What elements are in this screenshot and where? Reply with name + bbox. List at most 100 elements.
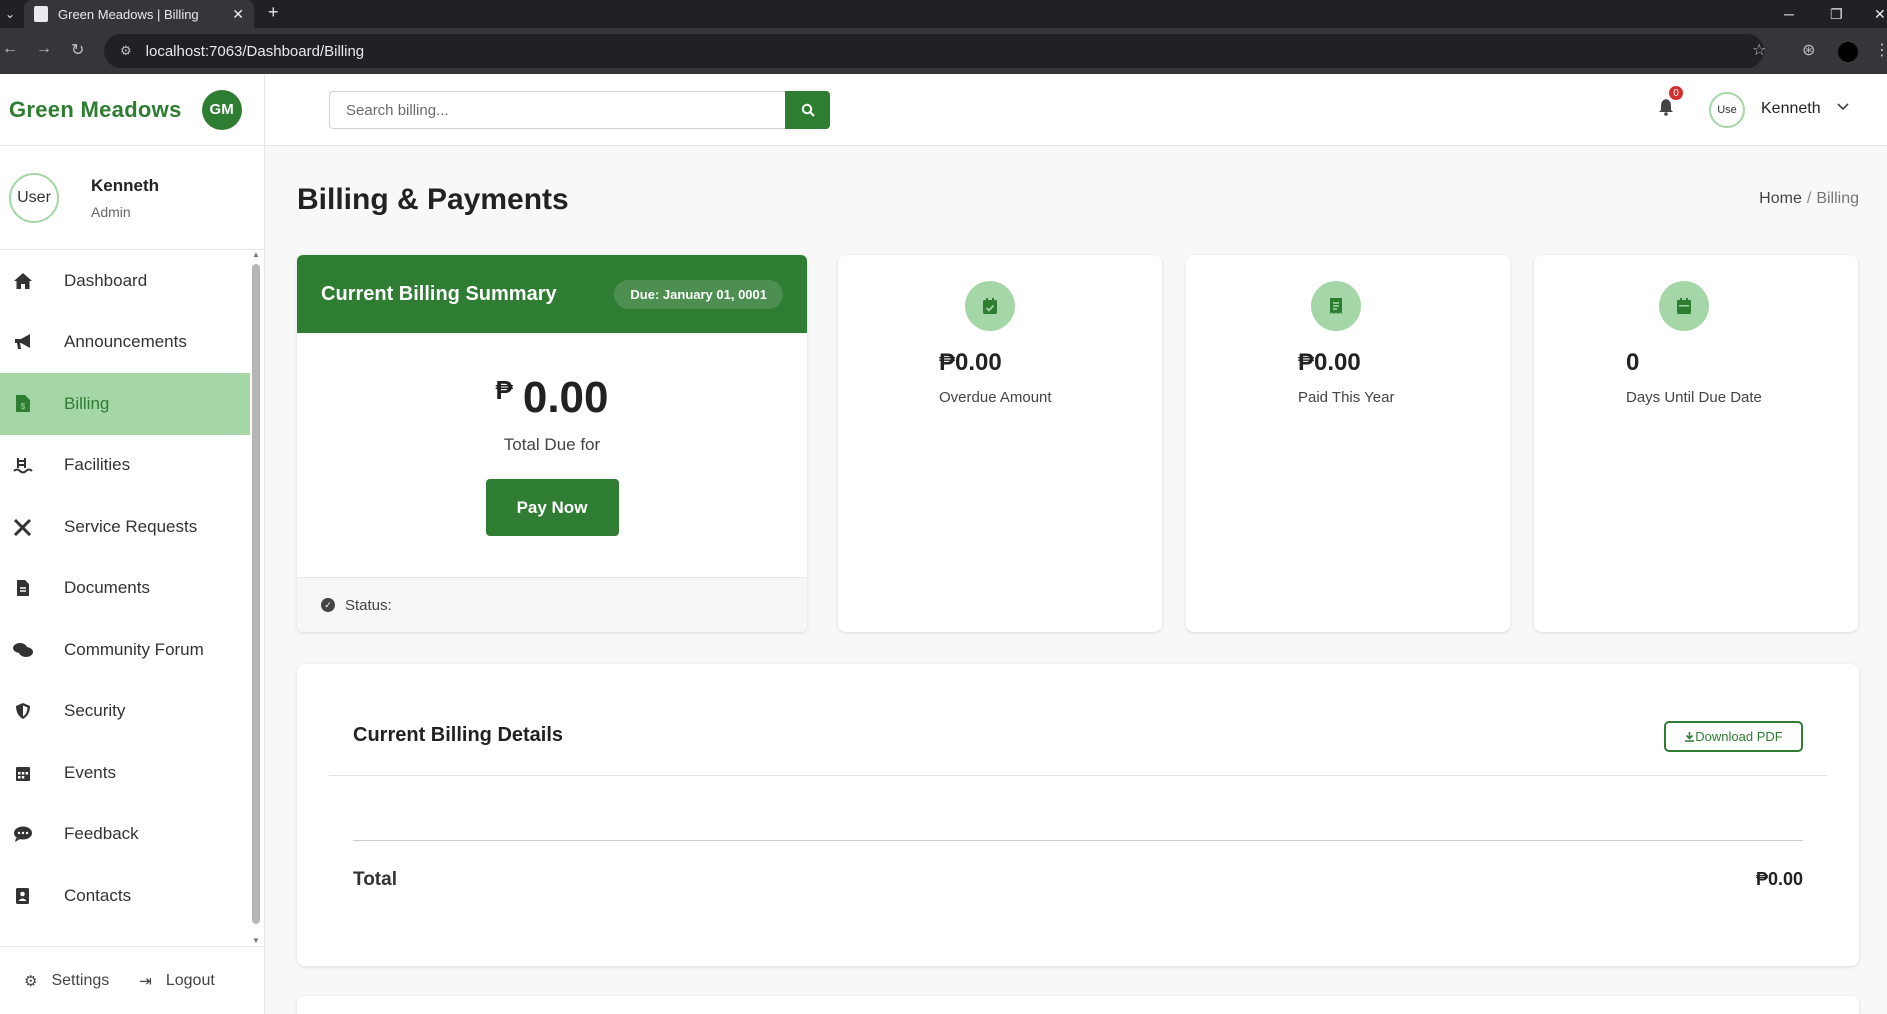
billing-summary-card: Current Billing Summary Due: January 01,… [297, 255, 807, 632]
search-icon [801, 103, 815, 117]
page-favicon-icon [34, 6, 48, 22]
page-title: Billing & Payments [297, 183, 569, 216]
user-role: Admin [91, 203, 131, 220]
stat-card-overdue: ₱0.00 Overdue Amount [838, 255, 1162, 632]
total-amount: ₱ 0.00 [496, 373, 609, 423]
avatar[interactable]: Use [1709, 92, 1745, 128]
chat-icon [12, 824, 34, 844]
close-tab-icon[interactable]: ✕ [232, 6, 244, 23]
sidebar-item-label: Billing [64, 393, 110, 413]
summary-title: Current Billing Summary [321, 282, 557, 305]
extensions-icon[interactable]: ⊛ [1802, 40, 1815, 60]
stat-card-days-until-due: 0 Days Until Due Date [1534, 255, 1858, 632]
sidebar-item-facilities[interactable]: Facilities [0, 435, 250, 497]
sidebar-item-announcements[interactable]: Announcements [0, 312, 250, 374]
download-pdf-button[interactable]: Download PDF [1664, 721, 1803, 752]
sidebar-item-community-forum[interactable]: Community Forum [0, 619, 250, 681]
summary-body: ₱ 0.00 Total Due for Pay Now [297, 333, 807, 573]
scroll-up-arrow-icon[interactable]: ▲ [251, 250, 261, 259]
chevron-down-icon[interactable] [1837, 98, 1849, 114]
breadcrumb: Home / Billing [1759, 190, 1859, 208]
notification-badge: 0 [1669, 86, 1683, 100]
file-icon [12, 578, 34, 598]
reload-icon[interactable]: ↻ [71, 40, 84, 60]
url-field[interactable]: ⚙ localhost:7063/Dashboard/Billing [104, 34, 1764, 68]
sidebar-item-events[interactable]: Events [0, 742, 250, 804]
sidebar-scrollbar[interactable]: ▲ ▼ [251, 250, 261, 950]
download-pdf-label: Download PDF [1695, 729, 1783, 744]
sidebar-item-label: Feedback [64, 824, 139, 844]
sidebar-item-label: Contacts [64, 885, 132, 905]
avatar: User [9, 172, 59, 223]
currency-symbol: ₱ [495, 375, 513, 405]
sidebar-item-feedback[interactable]: Feedback [0, 804, 250, 866]
stat-value: ₱0.00 [939, 349, 1002, 376]
bookmark-star-icon[interactable]: ☆ [1752, 40, 1766, 60]
back-icon[interactable]: ← [2, 40, 18, 58]
shield-icon [12, 701, 34, 721]
sidebar-item-security[interactable]: Security [0, 681, 250, 743]
breadcrumb-separator: / [1806, 190, 1812, 207]
sidebar-item-contacts[interactable]: Contacts [0, 865, 250, 927]
summary-status-row: ✓ Status: [297, 577, 807, 632]
invoice-icon: $ [12, 394, 34, 414]
next-section-card [297, 996, 1859, 1014]
calendar-icon [1659, 281, 1709, 331]
search-bar [329, 91, 830, 129]
logout-label: Logout [165, 971, 215, 989]
settings-link[interactable]: ⚙ Settings [24, 972, 109, 990]
scrollbar-thumb[interactable] [252, 264, 260, 924]
sidebar-item-label: Events [64, 762, 116, 782]
bell-icon[interactable] [1658, 98, 1678, 122]
stat-label: Overdue Amount [939, 389, 1052, 406]
search-input[interactable] [329, 91, 785, 129]
details-title: Current Billing Details [353, 724, 564, 746]
browser-profile-avatar[interactable] [1838, 42, 1858, 62]
calendar-check-icon [965, 281, 1015, 331]
sidebar-item-documents[interactable]: Documents [0, 558, 250, 620]
restore-icon[interactable]: ❐ [1830, 0, 1843, 28]
logout-link[interactable]: ⇥ Logout [139, 972, 215, 990]
amount-value: 0.00 [522, 373, 609, 422]
status-label: Status: [345, 596, 392, 614]
forward-icon[interactable]: → [36, 40, 52, 58]
divider [329, 775, 1827, 776]
chrome-menu-icon[interactable]: ⋮ [1874, 40, 1887, 60]
sidebar-item-label: Documents [64, 578, 150, 598]
megaphone-icon [12, 332, 34, 352]
scroll-down-arrow-icon[interactable]: ▼ [251, 936, 261, 945]
receipt-icon [1311, 281, 1361, 331]
svg-text:$: $ [21, 402, 26, 411]
brand-name[interactable]: Green Meadows [9, 97, 182, 123]
sidebar-item-label: Facilities [64, 455, 131, 475]
comments-icon [12, 640, 34, 660]
stat-value: ₱0.00 [1298, 349, 1361, 376]
browser-tab-strip: ⌄ Green Meadows | Billing ✕ + ─ ❐ ✕ [0, 0, 1887, 28]
minimize-icon[interactable]: ─ [1784, 0, 1794, 28]
logout-icon: ⇥ [139, 972, 152, 990]
stat-value: 0 [1626, 349, 1640, 376]
search-button[interactable] [785, 91, 830, 129]
sidebar-item-dashboard[interactable]: Dashboard [0, 250, 250, 312]
site-info-icon[interactable]: ⚙ [120, 43, 132, 59]
sidebar-menu: Dashboard Announcements $ Billing Facili… [0, 250, 250, 927]
new-tab-icon[interactable]: + [268, 2, 279, 23]
gear-icon: ⚙ [24, 972, 38, 990]
sidebar-item-label: Security [64, 701, 126, 721]
total-value: ₱0.00 [1755, 869, 1803, 889]
download-icon [1685, 732, 1695, 742]
address-bar-row: ← → ↻ ⚙ localhost:7063/Dashboard/Billing… [0, 28, 1887, 74]
browser-tab[interactable]: Green Meadows | Billing ✕ [24, 0, 254, 28]
breadcrumb-current: Billing [1816, 190, 1859, 207]
header-user-name[interactable]: Kenneth [1761, 100, 1821, 118]
breadcrumb-home[interactable]: Home [1759, 190, 1802, 207]
total-label: Total [353, 869, 397, 890]
close-window-icon[interactable]: ✕ [1874, 0, 1886, 28]
sidebar-item-billing[interactable]: $ Billing [0, 373, 250, 435]
billing-details-card: Current Billing Details Download PDF Tot… [297, 664, 1859, 966]
sidebar-item-service-requests[interactable]: Service Requests [0, 496, 250, 558]
pay-now-button[interactable]: Pay Now [485, 479, 619, 536]
sidebar-item-label: Announcements [64, 332, 187, 352]
tab-search-icon[interactable]: ⌄ [0, 0, 20, 28]
brand-logo[interactable]: GM [201, 89, 242, 130]
